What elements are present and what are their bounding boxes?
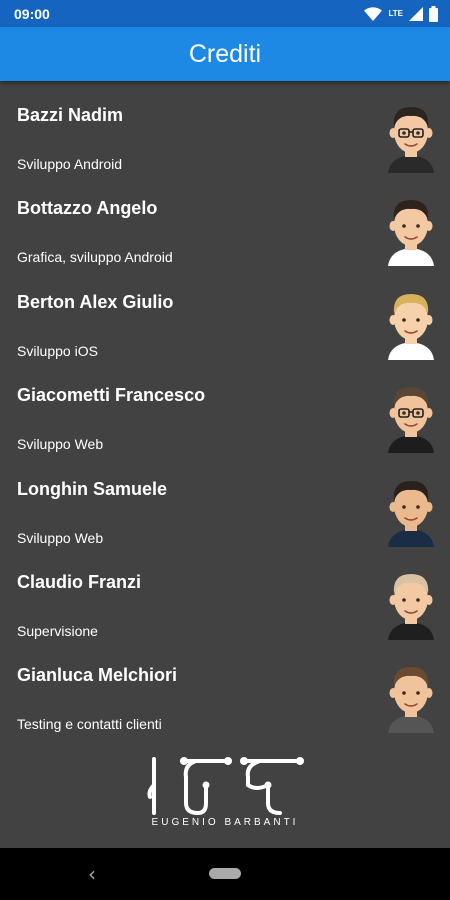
status-time: 09:00 bbox=[14, 6, 50, 22]
battery-icon bbox=[429, 6, 438, 22]
credit-name: Claudio Franzi bbox=[17, 571, 142, 592]
avatar-bottazzo bbox=[384, 194, 438, 267]
credit-row: Gianluca Melchiori Testing e contatti cli… bbox=[0, 641, 450, 734]
credit-role: Testing e contatti clienti bbox=[17, 716, 162, 733]
credit-row: Giacometti Francesco Sviluppo Web bbox=[0, 361, 450, 454]
credit-row: Bottazzo Angelo Grafica, sviluppo Android bbox=[0, 174, 450, 267]
credit-role: Grafica, sviluppo Android bbox=[17, 249, 173, 266]
credit-name: Gianluca Melchiori bbox=[17, 665, 178, 686]
logo: EUGENIO BARBANTI bbox=[0, 745, 450, 845]
credit-name: Giacometti Francesco bbox=[17, 385, 206, 406]
app-bar: Crediti bbox=[0, 27, 450, 81]
avatar-berton bbox=[384, 288, 438, 360]
logo-text: EUGENIO BARBANTI bbox=[151, 817, 299, 828]
home-pill-icon[interactable] bbox=[209, 868, 241, 879]
credit-role: Sviluppo Android bbox=[17, 156, 123, 172]
credit-row: Claudio Franzi Supervisione bbox=[0, 548, 450, 641]
avatar-franzi bbox=[384, 568, 438, 640]
avatar-giacometti bbox=[384, 381, 438, 454]
navigation-bar: ‹ bbox=[0, 848, 450, 900]
page-title: Crediti bbox=[188, 39, 262, 68]
credit-role: Sviluppo iOS bbox=[17, 342, 98, 359]
credit-name: Bazzi Nadim bbox=[17, 105, 124, 125]
credit-role: Sviluppo Web bbox=[17, 436, 104, 453]
status-bar: 09:00 LTE bbox=[0, 0, 450, 27]
lte-label: LTE bbox=[388, 10, 403, 18]
credit-row: Berton Alex Giulio Sviluppo iOS bbox=[0, 268, 450, 361]
avatar-melchiori bbox=[384, 661, 438, 734]
credit-name: Longhin Samuele bbox=[17, 478, 168, 499]
credit-name: Bottazzo Angelo bbox=[17, 198, 158, 219]
credit-row: Bazzi Nadim Sviluppo Android bbox=[0, 81, 450, 174]
iis-logo-icon bbox=[147, 757, 304, 815]
wifi-icon bbox=[364, 7, 383, 21]
network-label: LTE bbox=[388, 9, 403, 18]
credit-row: Longhin Samuele Sviluppo Web bbox=[0, 455, 450, 548]
avatar-bazzi bbox=[384, 101, 438, 173]
credits-list: Bazzi Nadim Sviluppo Android Bottazzo Ange… bbox=[0, 81, 450, 735]
back-chevron-icon[interactable]: ‹ bbox=[88, 862, 96, 886]
status-icons: LTE bbox=[364, 4, 438, 24]
credit-role: Sviluppo Web bbox=[17, 529, 104, 546]
signal-icon bbox=[409, 7, 423, 21]
credit-role: Supervisione bbox=[17, 622, 98, 639]
avatar-longhin bbox=[384, 475, 438, 547]
credit-name: Berton Alex Giulio bbox=[17, 291, 174, 312]
